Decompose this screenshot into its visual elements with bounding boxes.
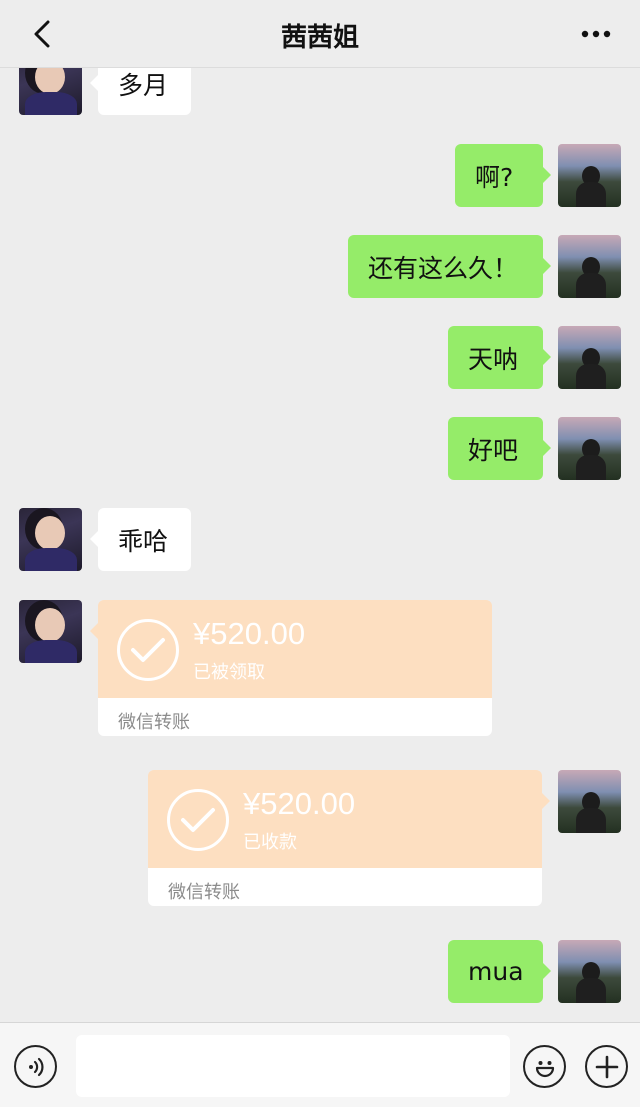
check-circle-icon bbox=[167, 789, 229, 851]
transfer-footer: 微信转账 bbox=[148, 868, 542, 906]
ellipsis-icon[interactable] bbox=[578, 18, 614, 50]
message-bubble-outgoing[interactable]: 啊? bbox=[455, 144, 551, 207]
transfer-status: 已被领取 bbox=[193, 662, 265, 683]
transfer-footer: 微信转账 bbox=[98, 698, 492, 736]
chat-area[interactable]: 多月 啊? 还有这么久！ 天呐 好吧 乖哈 ¥520.00 已被领取 微信转账 … bbox=[0, 0, 640, 1022]
my-avatar[interactable] bbox=[558, 940, 621, 1003]
input-bar bbox=[0, 1022, 640, 1107]
my-avatar[interactable] bbox=[558, 770, 621, 833]
message-bubble-outgoing[interactable]: 天呐 bbox=[448, 326, 551, 389]
transfer-card-received[interactable]: ¥520.00 已被领取 微信转账 bbox=[90, 600, 492, 736]
my-avatar[interactable] bbox=[558, 235, 621, 298]
contact-avatar[interactable] bbox=[19, 508, 82, 571]
my-avatar[interactable] bbox=[558, 417, 621, 480]
voice-icon[interactable] bbox=[14, 1045, 57, 1088]
transfer-status: 已收款 bbox=[243, 832, 297, 853]
transfer-amount: ¥520.00 bbox=[243, 786, 356, 821]
message-bubble-outgoing[interactable]: 好吧 bbox=[448, 417, 551, 480]
transfer-amount: ¥520.00 bbox=[193, 616, 306, 651]
message-input[interactable] bbox=[76, 1035, 510, 1097]
contact-avatar[interactable] bbox=[19, 600, 82, 663]
chat-title: 茜茜姐 bbox=[280, 23, 359, 53]
message-bubble-outgoing[interactable]: 还有这么久！ bbox=[348, 235, 551, 298]
plus-icon[interactable] bbox=[585, 1045, 628, 1088]
my-avatar[interactable] bbox=[558, 144, 621, 207]
check-circle-icon bbox=[117, 619, 179, 681]
my-avatar[interactable] bbox=[558, 326, 621, 389]
message-bubble-incoming[interactable]: 乖哈 bbox=[90, 508, 191, 571]
message-bubble-outgoing[interactable]: mua bbox=[448, 940, 551, 1003]
emoji-icon[interactable] bbox=[523, 1045, 566, 1088]
transfer-card-sent[interactable]: ¥520.00 已收款 微信转账 bbox=[148, 770, 550, 906]
navigation-bar: 茜茜姐 bbox=[0, 0, 640, 68]
